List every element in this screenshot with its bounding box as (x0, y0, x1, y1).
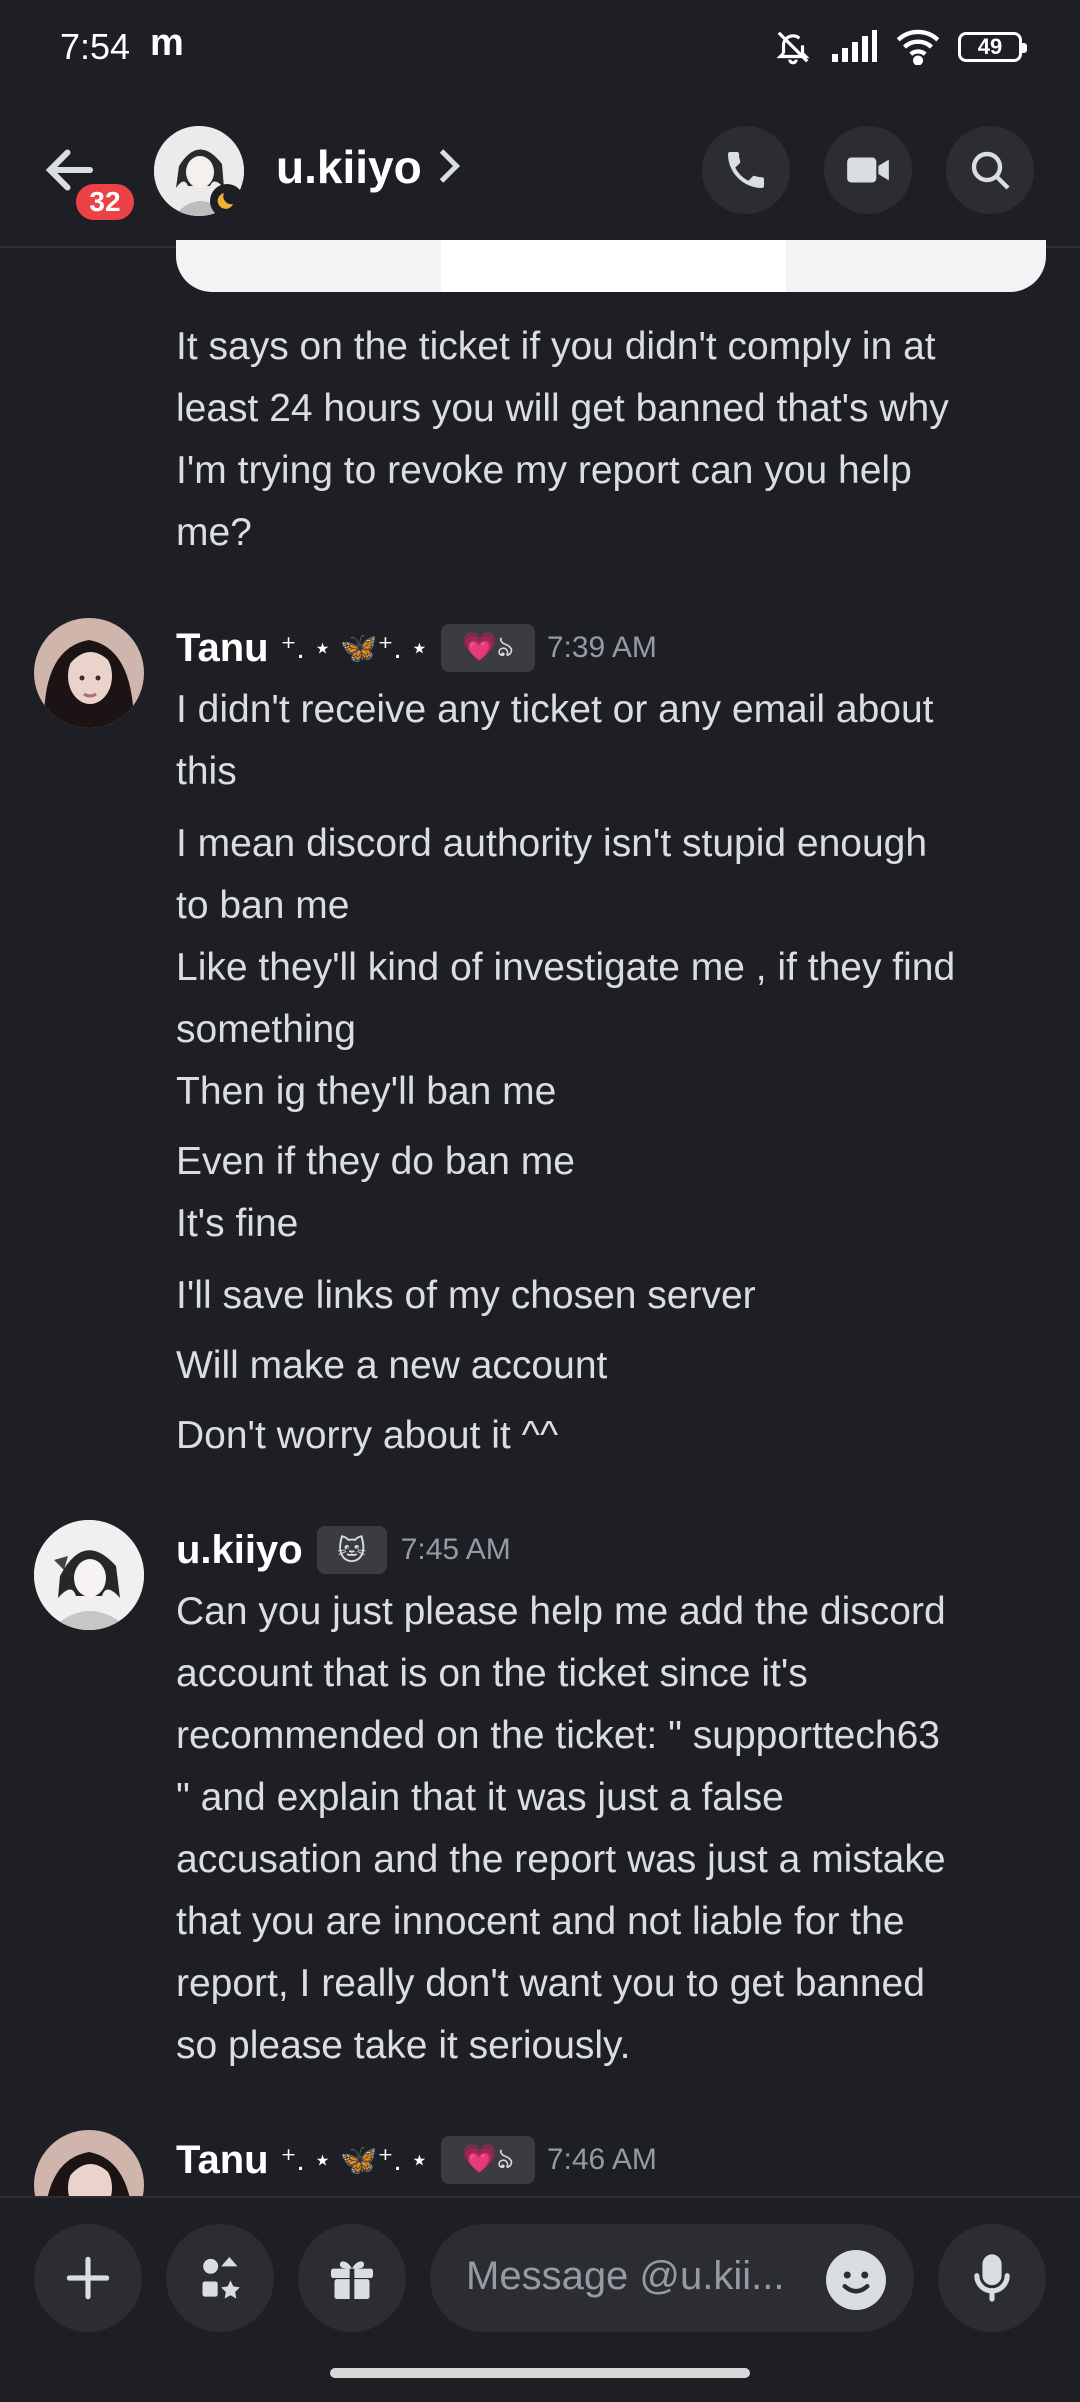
phone-icon (728, 152, 764, 188)
message-line: account that is on the ticket since it's (176, 1652, 808, 1695)
author-name[interactable]: Tanu (176, 626, 269, 671)
voice-message-button[interactable] (938, 2224, 1046, 2332)
message-line: I didn't receive any ticket or any email… (176, 688, 934, 731)
search-button[interactable] (946, 126, 1034, 214)
apps-button[interactable] (166, 2224, 274, 2332)
name-decoration-icon: ⁺. ⋆ 🦋⁺. ⋆ (280, 631, 429, 665)
add-attachment-button[interactable] (34, 2224, 142, 2332)
apps-icon (202, 2257, 240, 2299)
server-tag-icon: 🐱 (316, 1526, 387, 1574)
message-partial: Tanu ⁺. ⋆ 🦋⁺. ⋆ 💗ঌ 7:46 AM (0, 2120, 1080, 2196)
message-line: I'll save links of my chosen server (176, 1274, 756, 1317)
message-line: Even if they do ban me (176, 1140, 575, 1183)
message-header: Tanu ⁺. ⋆ 🦋⁺. ⋆ 💗ঌ 7:46 AM (176, 2136, 657, 2184)
video-camera-icon (847, 157, 889, 183)
plus-icon (66, 2256, 110, 2300)
message-line: " and explain that it was just a false (176, 1776, 784, 1819)
message-line: something (176, 1008, 356, 1051)
message-line: accusation and the report was just a mis… (176, 1838, 946, 1881)
timestamp: 7:46 AM (546, 2143, 657, 2176)
microphone-icon (974, 2254, 1010, 2302)
embed-card[interactable] (176, 240, 1046, 292)
message-line: recommended on the ticket: " supporttech… (176, 1714, 940, 1757)
avatar[interactable] (34, 2130, 144, 2196)
carrier-icon: m (150, 22, 184, 64)
bell-off-icon (776, 31, 810, 65)
video-call-button[interactable] (824, 126, 912, 214)
server-tag-icon: 💗ঌ (440, 2136, 535, 2184)
emoji-button[interactable] (826, 2250, 886, 2310)
name-decoration-icon: ⁺. ⋆ 🦋⁺. ⋆ (280, 2143, 429, 2177)
status-time: 7:54 (60, 26, 131, 67)
message-line: so please take it seriously. (176, 2024, 631, 2067)
author-name[interactable]: Tanu (176, 2138, 269, 2183)
message-line: Like they'll kind of investigate me , if… (176, 946, 956, 989)
idle-status-icon (210, 184, 244, 218)
signal-icon (832, 30, 877, 62)
message-header: Tanu ⁺. ⋆ 🦋⁺. ⋆ 💗ঌ 7:39 AM (176, 624, 657, 672)
message-body: It says on the ticket if you didn't comp… (176, 316, 1056, 564)
wifi-icon (896, 29, 940, 65)
message-line: I'm trying to revoke my report can you h… (176, 449, 912, 492)
home-indicator[interactable] (330, 2368, 750, 2378)
chevron-right-icon[interactable] (434, 146, 464, 191)
message-line: It's fine (176, 1202, 299, 1245)
message-body: I didn't receive any ticket or any email… (176, 679, 1056, 1467)
battery-level: 49 (977, 34, 1003, 59)
avatar[interactable] (34, 1520, 144, 1630)
avatar[interactable] (34, 618, 144, 728)
message-input-placeholder: Message @u.kii... (466, 2254, 785, 2298)
timestamp: 7:39 AM (546, 631, 657, 664)
unread-badge: 32 (72, 180, 138, 224)
message-line: It says on the ticket if you didn't comp… (176, 325, 936, 368)
message-line: Can you just please help me add the disc… (176, 1590, 946, 1633)
message-line: Then ig they'll ban me (176, 1070, 557, 1113)
status-icons: 49 (774, 28, 1027, 66)
gift-icon (331, 2261, 373, 2299)
message-line: that you are innocent and not liable for… (176, 1900, 905, 1943)
message-line: this (176, 750, 237, 793)
battery-icon: 49 (958, 32, 1027, 62)
search-icon (971, 151, 1010, 190)
message-line: Will make a new account (176, 1344, 608, 1387)
voice-call-button[interactable] (702, 126, 790, 214)
message-line: me? (176, 511, 252, 554)
server-tag-icon: 💗ঌ (440, 624, 535, 672)
gift-button[interactable] (298, 2224, 406, 2332)
channel-title[interactable]: u.kiiyo (276, 140, 422, 194)
author-name[interactable]: u.kiiyo (176, 1528, 303, 1573)
message-body: Can you just please help me add the disc… (176, 1581, 1056, 2077)
message-line: I mean discord authority isn't stupid en… (176, 822, 928, 865)
smiley-icon (842, 2271, 870, 2294)
message-line: to ban me (176, 884, 350, 927)
timestamp: 7:45 AM (400, 1533, 511, 1566)
message-line: report, I really don't want you to get b… (176, 1962, 925, 2005)
message-line: least 24 hours you will get banned that'… (176, 387, 949, 430)
message-line: Don't worry about it ^^ (176, 1414, 559, 1457)
message-header: u.kiiyo 🐱 7:45 AM (176, 1526, 511, 1574)
